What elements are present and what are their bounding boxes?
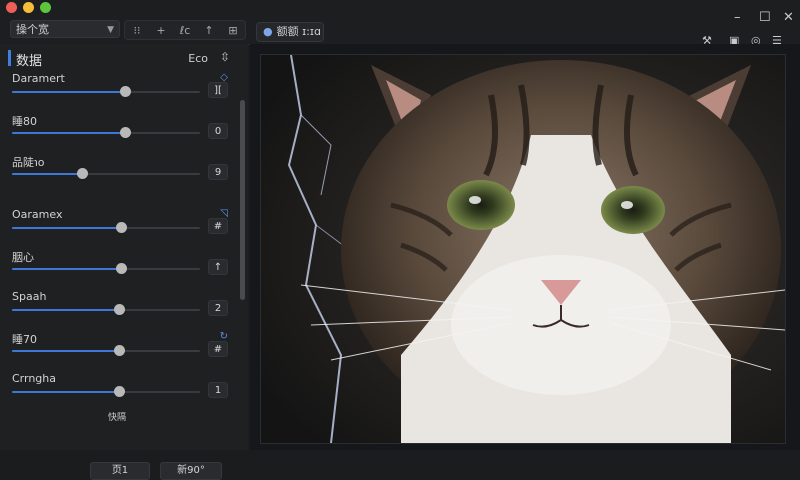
users-icon: ● [263,25,273,38]
minimize-icon[interactable]: – [734,10,741,25]
slider-row-spaah: Spaah 2 [0,290,240,330]
zoom-window-button[interactable] [40,2,51,13]
slider-fill [12,91,125,93]
preset-select-value: 操个宽 [16,23,49,36]
arrow-tool-icon[interactable]: ↑ [199,24,219,37]
slider-label: Crrngha [12,372,57,385]
slider-row-oaramex: Oaramex ◹ # [0,208,240,248]
slider-knob[interactable] [119,127,131,138]
slider-knob[interactable] [114,386,126,397]
slider-label: Oaramex [12,208,63,221]
slider-track[interactable] [12,386,200,397]
slider-fill [12,309,120,311]
slider-knob[interactable] [114,345,126,356]
slider-track[interactable] [12,86,200,97]
slider-row-quality: 品陡℩o 9 [0,154,240,194]
slider-track[interactable] [12,345,200,356]
slider-value-box[interactable]: # [208,341,228,357]
document-tab-label: 额额 ɪ:ɪɑ [276,25,321,38]
slider-value-box[interactable]: 2 [208,300,228,316]
slider-track[interactable] [12,222,200,233]
slider-row-daramert: Daramert ◇][ [0,72,240,112]
slider-value-box[interactable]: # [208,218,228,234]
slider-fill [12,132,125,134]
panel-header: 数据 Eco ⇳ [8,48,238,69]
tool-group: ⁝⁝ + ℓc ↑ ⊞ [124,20,246,40]
slider-row-crrngha: Crrngha 1 [0,372,240,412]
panel-note: 快隔 [108,413,127,423]
slider-knob[interactable] [114,304,126,315]
slider-fill [12,227,122,229]
slider-value-box[interactable]: ↑ [208,259,228,275]
panel-accent [8,50,11,66]
add-tool-icon[interactable]: + [151,24,171,37]
page-button[interactable]: 页1 [90,462,150,480]
slider-label: 睡70 [12,333,37,346]
rotate-button[interactable]: 新90° [160,462,222,480]
slider-fill [12,173,82,175]
chevron-down-icon: ▼ [107,25,114,35]
slider-knob[interactable] [76,168,88,179]
slider-value-box[interactable]: 9 [208,164,228,180]
slider-track[interactable] [12,304,200,315]
panel-title: 数据 [16,54,43,69]
slider-label: 品陡℩o [12,156,45,169]
slider-fill [12,391,120,393]
slider-value-box[interactable]: ][ [208,82,228,98]
slider-row-shade: 胭心 ↑ [0,249,240,289]
panel-scrollbar[interactable] [240,100,245,300]
slider-value-box[interactable]: 0 [208,123,228,139]
crop-tool-icon[interactable]: ⊞ [223,24,243,37]
slider-fill [12,350,120,352]
slider-label: 胭心 [12,251,34,264]
slider-knob[interactable] [116,222,128,233]
preset-select[interactable]: 操个宽 ▼ [10,20,120,38]
canvas-area[interactable] [250,44,800,450]
slider-row-sleep-80: 睡80 0 [0,113,240,153]
slider-track[interactable] [12,263,200,274]
panel-settings-icon[interactable]: ⇳ [220,50,230,64]
document-tab[interactable]: ● 额额 ɪ:ɪɑ [256,22,324,42]
text-tool-icon[interactable]: ℓc [175,24,195,37]
slider-fill [12,268,122,270]
slider-knob[interactable] [119,86,131,97]
slider-value-box[interactable]: 1 [208,382,228,398]
slider-track[interactable] [12,127,200,138]
slider-track[interactable] [12,168,200,179]
cat-photo[interactable] [260,54,786,444]
slider-label: Daramert [12,72,65,85]
panel-mode-label[interactable]: Eco [188,52,208,65]
grid-tool-icon[interactable]: ⁝⁝ [127,24,147,37]
title-bar: 操个宽 ▼ ⁝⁝ + ℓc ↑ ⊞ ● 额额 ɪ:ɪɑ – ☐ ✕ ⚒ ▣ ◎ ☰ [0,0,800,47]
close-window-button[interactable] [6,2,17,13]
close-icon[interactable]: ✕ [783,10,794,25]
slider-label: Spaah [12,290,47,303]
slider-row-sleep-70: 睡70 ↻ # [0,331,240,371]
adjustments-panel: 数据 Eco ⇳ Daramert ◇][睡80 0 品陡℩o 9 Oaramex ◹ # 胭心… [0,44,248,480]
slider-knob[interactable] [116,263,128,274]
slider-label: 睡80 [12,115,37,128]
minimize-window-button[interactable] [23,2,34,13]
maximize-icon[interactable]: ☐ [759,10,771,25]
